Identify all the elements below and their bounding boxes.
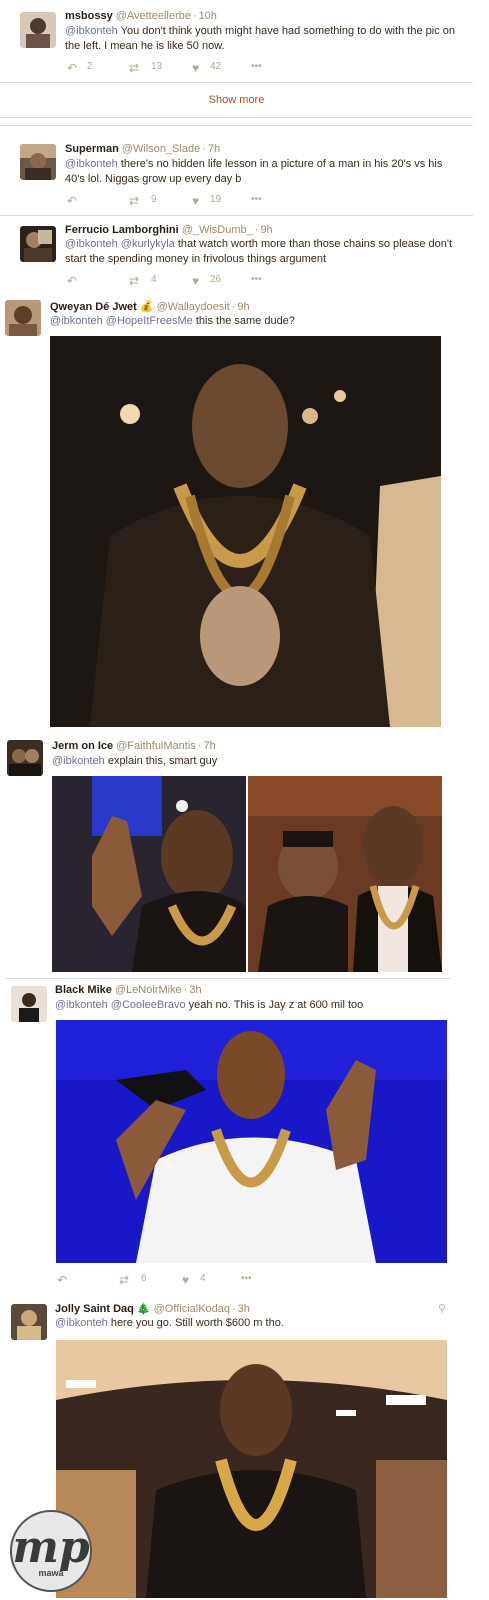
- retweet-icon[interactable]: ⇄: [129, 61, 139, 75]
- author-name[interactable]: Qweyan Dé Jwet 💰: [50, 301, 154, 313]
- avatar[interactable]: [11, 986, 47, 1022]
- author-handle[interactable]: @Avetteellerbe: [116, 10, 191, 22]
- heart-icon[interactable]: ♥: [192, 61, 199, 75]
- author-handle[interactable]: @LeNoirMike: [115, 984, 182, 996]
- heart-icon[interactable]: ♥: [192, 194, 199, 208]
- tweet-actions: ↶ ⇄ 6 ♥ 4 •••: [57, 1273, 297, 1287]
- tweet-text: @ibkonteh explain this, smart guy: [52, 755, 218, 767]
- tweet-photo[interactable]: [56, 1340, 447, 1598]
- tweet-photo-left[interactable]: [52, 776, 246, 972]
- tweet-photo-right[interactable]: [248, 776, 442, 972]
- retweet-count: 13: [151, 61, 163, 72]
- location-pin-icon[interactable]: ⚲: [438, 1302, 446, 1315]
- more-icon[interactable]: •••: [241, 1273, 252, 1284]
- timestamp[interactable]: 3h: [189, 984, 201, 996]
- retweet-count: 6: [141, 1273, 147, 1284]
- timestamp[interactable]: 3h: [238, 1303, 250, 1315]
- divider: [0, 125, 473, 126]
- heart-icon[interactable]: ♥: [192, 274, 199, 288]
- divider: [0, 117, 473, 118]
- retweet-icon[interactable]: ⇄: [129, 274, 139, 288]
- reply-icon[interactable]: ↶: [67, 274, 77, 288]
- tweet-text: @ibkonteh there's no hidden life lesson …: [65, 158, 443, 185]
- watermark-logo: mp mawa: [10, 1510, 92, 1592]
- tweet-photo[interactable]: [56, 1020, 447, 1263]
- tweet-jerm: Jerm on Ice @FaithfulMantis · 7h @ibkonteh …: [0, 734, 478, 978]
- more-icon[interactable]: •••: [251, 274, 262, 285]
- timestamp[interactable]: 9h: [260, 224, 272, 236]
- avatar[interactable]: [20, 226, 56, 262]
- author-handle[interactable]: @Wilson_Slade: [122, 143, 200, 155]
- avatar[interactable]: [20, 12, 56, 48]
- tweet-actions: ↶ ⇄ 9 ♥ 19 •••: [67, 194, 307, 208]
- more-icon[interactable]: •••: [251, 194, 262, 205]
- like-count: 19: [210, 194, 222, 205]
- tweet-text: @ibkonteh @CooleeBravo yeah no. This is …: [55, 999, 364, 1011]
- tweet-photo[interactable]: [50, 336, 441, 727]
- like-count: 26: [210, 274, 222, 285]
- avatar[interactable]: [11, 1304, 47, 1340]
- mention[interactable]: @ibkonteh: [52, 755, 105, 767]
- timestamp[interactable]: 7h: [203, 740, 215, 752]
- reply-icon[interactable]: ↶: [57, 1273, 67, 1287]
- mention[interactable]: @ibkonteh @HopeItFreesMe: [50, 315, 193, 327]
- reply-icon[interactable]: ↶: [67, 61, 77, 75]
- timestamp[interactable]: 10h: [199, 10, 217, 22]
- tweet-qweyan: Qweyan Dé Jwet 💰 @Wallaydoesit · 9h @ibkont…: [0, 294, 478, 730]
- tweet-text: @ibkonteh here you go. Still worth $600 …: [55, 1317, 284, 1329]
- tweet-actions: ↶ ⇄ 4 ♥ 26 •••: [67, 274, 307, 288]
- tweet-text: @ibkonteh @HopeItFreesMe this the same d…: [50, 315, 295, 327]
- heart-icon[interactable]: ♥: [182, 1273, 189, 1287]
- author-handle[interactable]: @OfficialKodaq: [154, 1303, 230, 1315]
- author-name[interactable]: Black Mike: [55, 984, 112, 996]
- retweet-icon[interactable]: ⇄: [119, 1273, 129, 1287]
- mention[interactable]: @ibkonteh: [55, 1317, 108, 1329]
- reply-icon[interactable]: ↶: [67, 194, 77, 208]
- more-icon[interactable]: •••: [251, 61, 262, 72]
- author-name[interactable]: Superman: [65, 143, 119, 155]
- author-handle[interactable]: @FaithfulMantis: [116, 740, 196, 752]
- tweet-actions: ↶ 2 ⇄ 13 ♥ 42 •••: [67, 61, 307, 75]
- retweet-count: 9: [151, 194, 157, 205]
- author-handle[interactable]: @Wallaydoesit: [157, 301, 230, 313]
- tweet-black-mike: Black Mike @LeNoirMike · 3h @ibkonteh @Cool…: [0, 979, 478, 1293]
- author-name[interactable]: Jolly Saint Daq 🎄: [55, 1303, 151, 1315]
- mention[interactable]: @ibkonteh @kurlykyla: [65, 238, 175, 250]
- mention[interactable]: @ibkonteh: [65, 158, 118, 170]
- avatar[interactable]: [20, 144, 56, 180]
- retweet-icon[interactable]: ⇄: [129, 194, 139, 208]
- like-count: 42: [210, 61, 222, 72]
- retweet-count: 4: [151, 274, 157, 285]
- author-name[interactable]: Jerm on Ice: [52, 740, 113, 752]
- show-more-link[interactable]: Show more: [0, 94, 473, 106]
- mention[interactable]: @ibkonteh: [65, 25, 118, 37]
- tweet-msbossy: msbossy @Avetteellerbe · 10h @ibkonteh You …: [0, 0, 478, 82]
- reply-count: 2: [87, 61, 93, 72]
- avatar[interactable]: [5, 300, 41, 336]
- like-count: 4: [200, 1273, 206, 1284]
- timestamp[interactable]: 9h: [237, 301, 249, 313]
- author-name[interactable]: Ferrucio Lamborghini: [65, 224, 179, 236]
- tweet-ferrucio: Ferrucio Lamborghini @_WisDumb_ · 9h @ibkon…: [0, 216, 478, 294]
- author-name[interactable]: msbossy: [65, 10, 113, 22]
- mention[interactable]: @ibkonteh @CooleeBravo: [55, 999, 186, 1011]
- divider: [0, 82, 473, 83]
- author-handle[interactable]: @_WisDumb_: [182, 224, 253, 236]
- tweet-text: @ibkonteh @kurlykyla that watch worth mo…: [65, 238, 453, 265]
- tweet-superman: Superman @Wilson_Slade · 7h @ibkonteh there…: [0, 130, 478, 214]
- timestamp[interactable]: 7h: [208, 143, 220, 155]
- tweet-text: @ibkonteh You don't think youth might ha…: [65, 25, 455, 52]
- avatar[interactable]: [7, 740, 43, 776]
